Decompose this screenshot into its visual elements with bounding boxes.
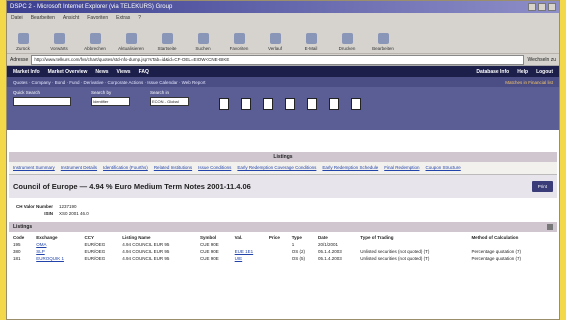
go-button[interactable]: Wechseln zu <box>527 57 556 63</box>
browser-window: DSPC 2 - Microsoft Internet Explorer (vi… <box>6 0 560 320</box>
search-icons <box>219 98 361 110</box>
search-icon <box>197 33 209 44</box>
link-early-redemption-schedule[interactable]: Early Redemption Schedule <box>322 165 378 170</box>
title-bar: DSPC 2 - Microsoft Internet Explorer (vi… <box>7 1 559 13</box>
search-in-select[interactable]: ECON - Global <box>150 97 189 106</box>
address-input[interactable]: http://www.telkurs.com/fvs/chart/quotes/… <box>31 54 525 65</box>
table-row: 181 EUROQUIK 1 EUR/OEG 4.94 COUNCIL EUR … <box>13 256 521 261</box>
table-header-row: Code Exchange CCY Listing Name Symbol Va… <box>13 235 519 240</box>
mail-button[interactable]: E-Mail <box>299 33 323 51</box>
home-button[interactable]: Startseite <box>155 33 179 51</box>
back-icon <box>17 33 29 44</box>
forward-button[interactable]: Vorwärts <box>47 33 71 51</box>
doc-icon[interactable] <box>285 98 295 110</box>
sub-nav: Quotes · Company · Bond · Fund · Derivat… <box>7 77 559 87</box>
spacer <box>7 130 559 152</box>
print-button[interactable]: Drucken <box>335 33 359 51</box>
stop-button[interactable]: Abbrechen <box>83 33 107 51</box>
search-in: Search in ECON - Global <box>150 90 189 106</box>
entity-name: Council of Europe — 4.94 % Euro Medium T… <box>13 182 251 191</box>
link-instrument-details[interactable]: Instrument Details <box>61 165 97 170</box>
sub-nav-right[interactable]: Matches in Financial list <box>505 80 553 85</box>
quick-search-input[interactable] <box>13 97 71 106</box>
listing-header: Listings <box>9 152 557 162</box>
window-title: DSPC 2 - Microsoft Internet Explorer (vi… <box>10 4 173 10</box>
collapse-icon[interactable] <box>547 224 553 230</box>
link-coupon-structure[interactable]: Coupon Structure <box>426 165 461 170</box>
toolbar: Zurück Vorwärts Abbrechen Aktualisieren … <box>7 23 559 54</box>
home-icon <box>161 33 173 44</box>
link-instrument-summary[interactable]: Instrument Summary <box>13 165 55 170</box>
meta-row: CH Valor Number 1237190 <box>15 204 77 209</box>
nav-news[interactable]: News <box>95 69 108 75</box>
doc-icon[interactable] <box>263 98 273 110</box>
search-panel: Quick Search Search by Identifier Search… <box>7 87 559 130</box>
refresh-button[interactable]: Aktualisieren <box>118 33 144 51</box>
menu-help[interactable]: ? <box>138 15 141 21</box>
tab-links: Instrument Summary Instrument Details Id… <box>9 162 557 174</box>
quick-search: Quick Search <box>13 90 71 106</box>
menu-favoriten[interactable]: Favoriten <box>87 15 108 21</box>
search-by-select[interactable]: Identifier <box>91 97 130 106</box>
sub-nav-links[interactable]: Quotes · Company · Bond · Fund · Derivat… <box>13 80 206 85</box>
nav-logout[interactable]: Logout <box>536 69 553 75</box>
table-row: 380 SLP EUR/OEG 4.94 COUNCIL EUR 95 CUE … <box>13 249 521 254</box>
menu-bearbeiten[interactable]: Bearbeiten <box>31 15 55 21</box>
entity-header: Council of Europe — 4.94 % Euro Medium T… <box>9 174 557 198</box>
nav-market-info[interactable]: Market Info <box>13 69 40 75</box>
forward-icon <box>53 33 65 44</box>
link-early-redemption-conditions[interactable]: Early Redemption Coverage Conditions <box>237 165 316 170</box>
top-nav: Market Info Market Overview News Views F… <box>7 66 559 77</box>
listings-table: Code Exchange CCY Listing Name Symbol Va… <box>11 234 551 262</box>
link-related-institutions[interactable]: Related Institutions <box>154 165 192 170</box>
mail-icon <box>305 33 317 44</box>
refresh-icon <box>125 33 137 44</box>
minimize-icon[interactable] <box>528 3 536 11</box>
exchange-link[interactable]: SLP <box>36 249 45 254</box>
print-page-button[interactable]: Print <box>531 181 553 192</box>
address-bar: Adresse http://www.telkurs.com/fvs/chart… <box>7 54 559 66</box>
menu-ansicht[interactable]: Ansicht <box>63 15 79 21</box>
menu-extras[interactable]: Extras <box>116 15 130 21</box>
meta-row: ISIN XS0 2001 46.0 <box>44 211 89 216</box>
maximize-icon[interactable] <box>538 3 546 11</box>
link-final-redemption[interactable]: Final Redemption <box>384 165 419 170</box>
star-icon <box>233 33 245 44</box>
doc-icon[interactable] <box>307 98 317 110</box>
link-issue-conditions[interactable]: Issue Conditions <box>198 165 231 170</box>
favorites-button[interactable]: Favoriten <box>227 33 251 51</box>
meta-info: CH Valor Number 1237190 ISIN XS0 2001 46.0 <box>7 198 559 222</box>
doc-icon[interactable] <box>351 98 361 110</box>
nav-faq[interactable]: FAQ <box>139 69 149 75</box>
menu-datei[interactable]: Datei <box>11 15 23 21</box>
link-identification[interactable]: Identification (Fourths) <box>103 165 148 170</box>
menu-bar: Datei Bearbeiten Ansicht Favoriten Extra… <box>7 13 559 23</box>
nav-views[interactable]: Views <box>116 69 130 75</box>
search-by: Search by Identifier <box>91 90 130 106</box>
exchange-link[interactable]: OMA <box>36 242 46 247</box>
history-button[interactable]: Verlauf <box>263 33 287 51</box>
doc-icon[interactable] <box>219 98 229 110</box>
exchange-link[interactable]: EUROQUIK 1 <box>36 256 64 261</box>
nav-database-info[interactable]: Database Info <box>476 69 509 75</box>
close-icon[interactable] <box>548 3 556 11</box>
nav-help[interactable]: Help <box>517 69 528 75</box>
print-icon <box>341 33 353 44</box>
doc-icon[interactable] <box>241 98 251 110</box>
edit-icon <box>377 33 389 44</box>
search-button[interactable]: Suchen <box>191 33 215 51</box>
doc-icon[interactable] <box>329 98 339 110</box>
history-icon <box>269 33 281 44</box>
valor-link[interactable]: UIE <box>235 256 243 261</box>
nav-market-overview[interactable]: Market Overview <box>48 69 88 75</box>
listings-section-header: Listings <box>9 222 557 232</box>
back-button[interactable]: Zurück <box>11 33 35 51</box>
edit-button[interactable]: Bearbeiten <box>371 33 395 51</box>
address-label: Adresse <box>10 56 29 63</box>
stop-icon <box>89 33 101 44</box>
table-row: 195 OMA EUR/OEG 4.94 COUNCIL EUR 95 CUE … <box>13 242 339 247</box>
valor-link[interactable]: EUE 1E1 <box>235 249 254 254</box>
